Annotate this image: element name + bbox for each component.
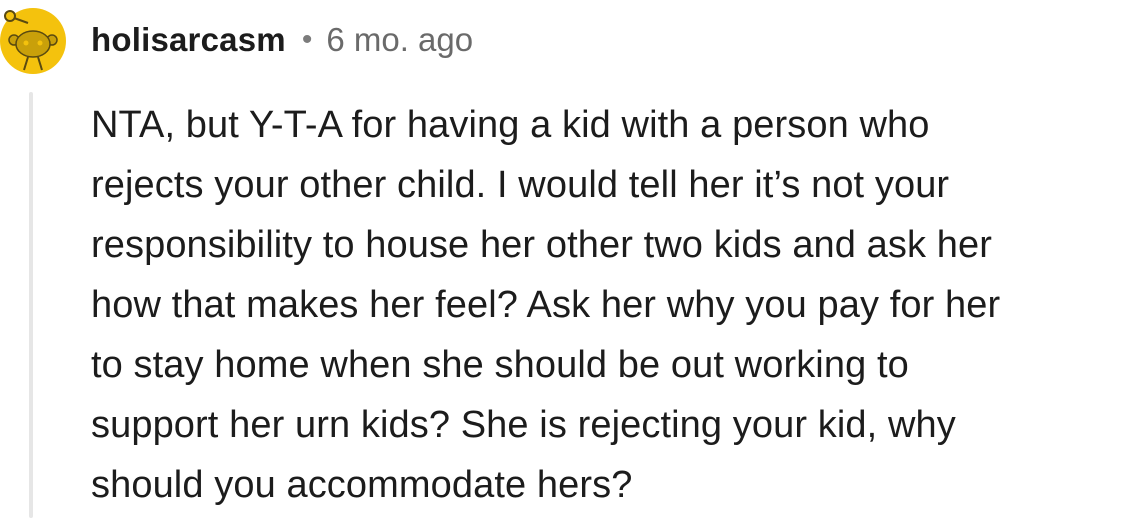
comment-body-line: responsibility to house her other two ki…	[91, 224, 992, 266]
comment-body-line: to stay home when she should be out work…	[91, 344, 909, 386]
comment-body-line: NTA, but Y-T-A for having a kid with a p…	[91, 104, 930, 146]
comment-timestamp[interactable]: 6 mo. ago	[326, 21, 473, 59]
comment-body: NTA, but Y-T-A for having a kid with a p…	[91, 95, 1127, 515]
author-username[interactable]: holisarcasm	[91, 21, 286, 59]
snoo-avatar-icon	[0, 8, 66, 74]
comment-body-line: support her urn kids? She is rejecting y…	[91, 404, 956, 446]
comment: holisarcasm • 6 mo. ago NTA, but Y-T-A f…	[0, 0, 1131, 518]
separator-dot: •	[301, 23, 313, 56]
comment-body-line: how that makes her feel? Ask her why you…	[91, 284, 1001, 326]
comment-header: holisarcasm • 6 mo. ago	[91, 18, 473, 62]
comment-body-line: rejects your other child. I would tell h…	[91, 164, 950, 206]
avatar[interactable]	[0, 4, 66, 74]
comment-body-line: should you accommodate hers?	[91, 464, 633, 506]
thread-line[interactable]	[29, 92, 33, 518]
